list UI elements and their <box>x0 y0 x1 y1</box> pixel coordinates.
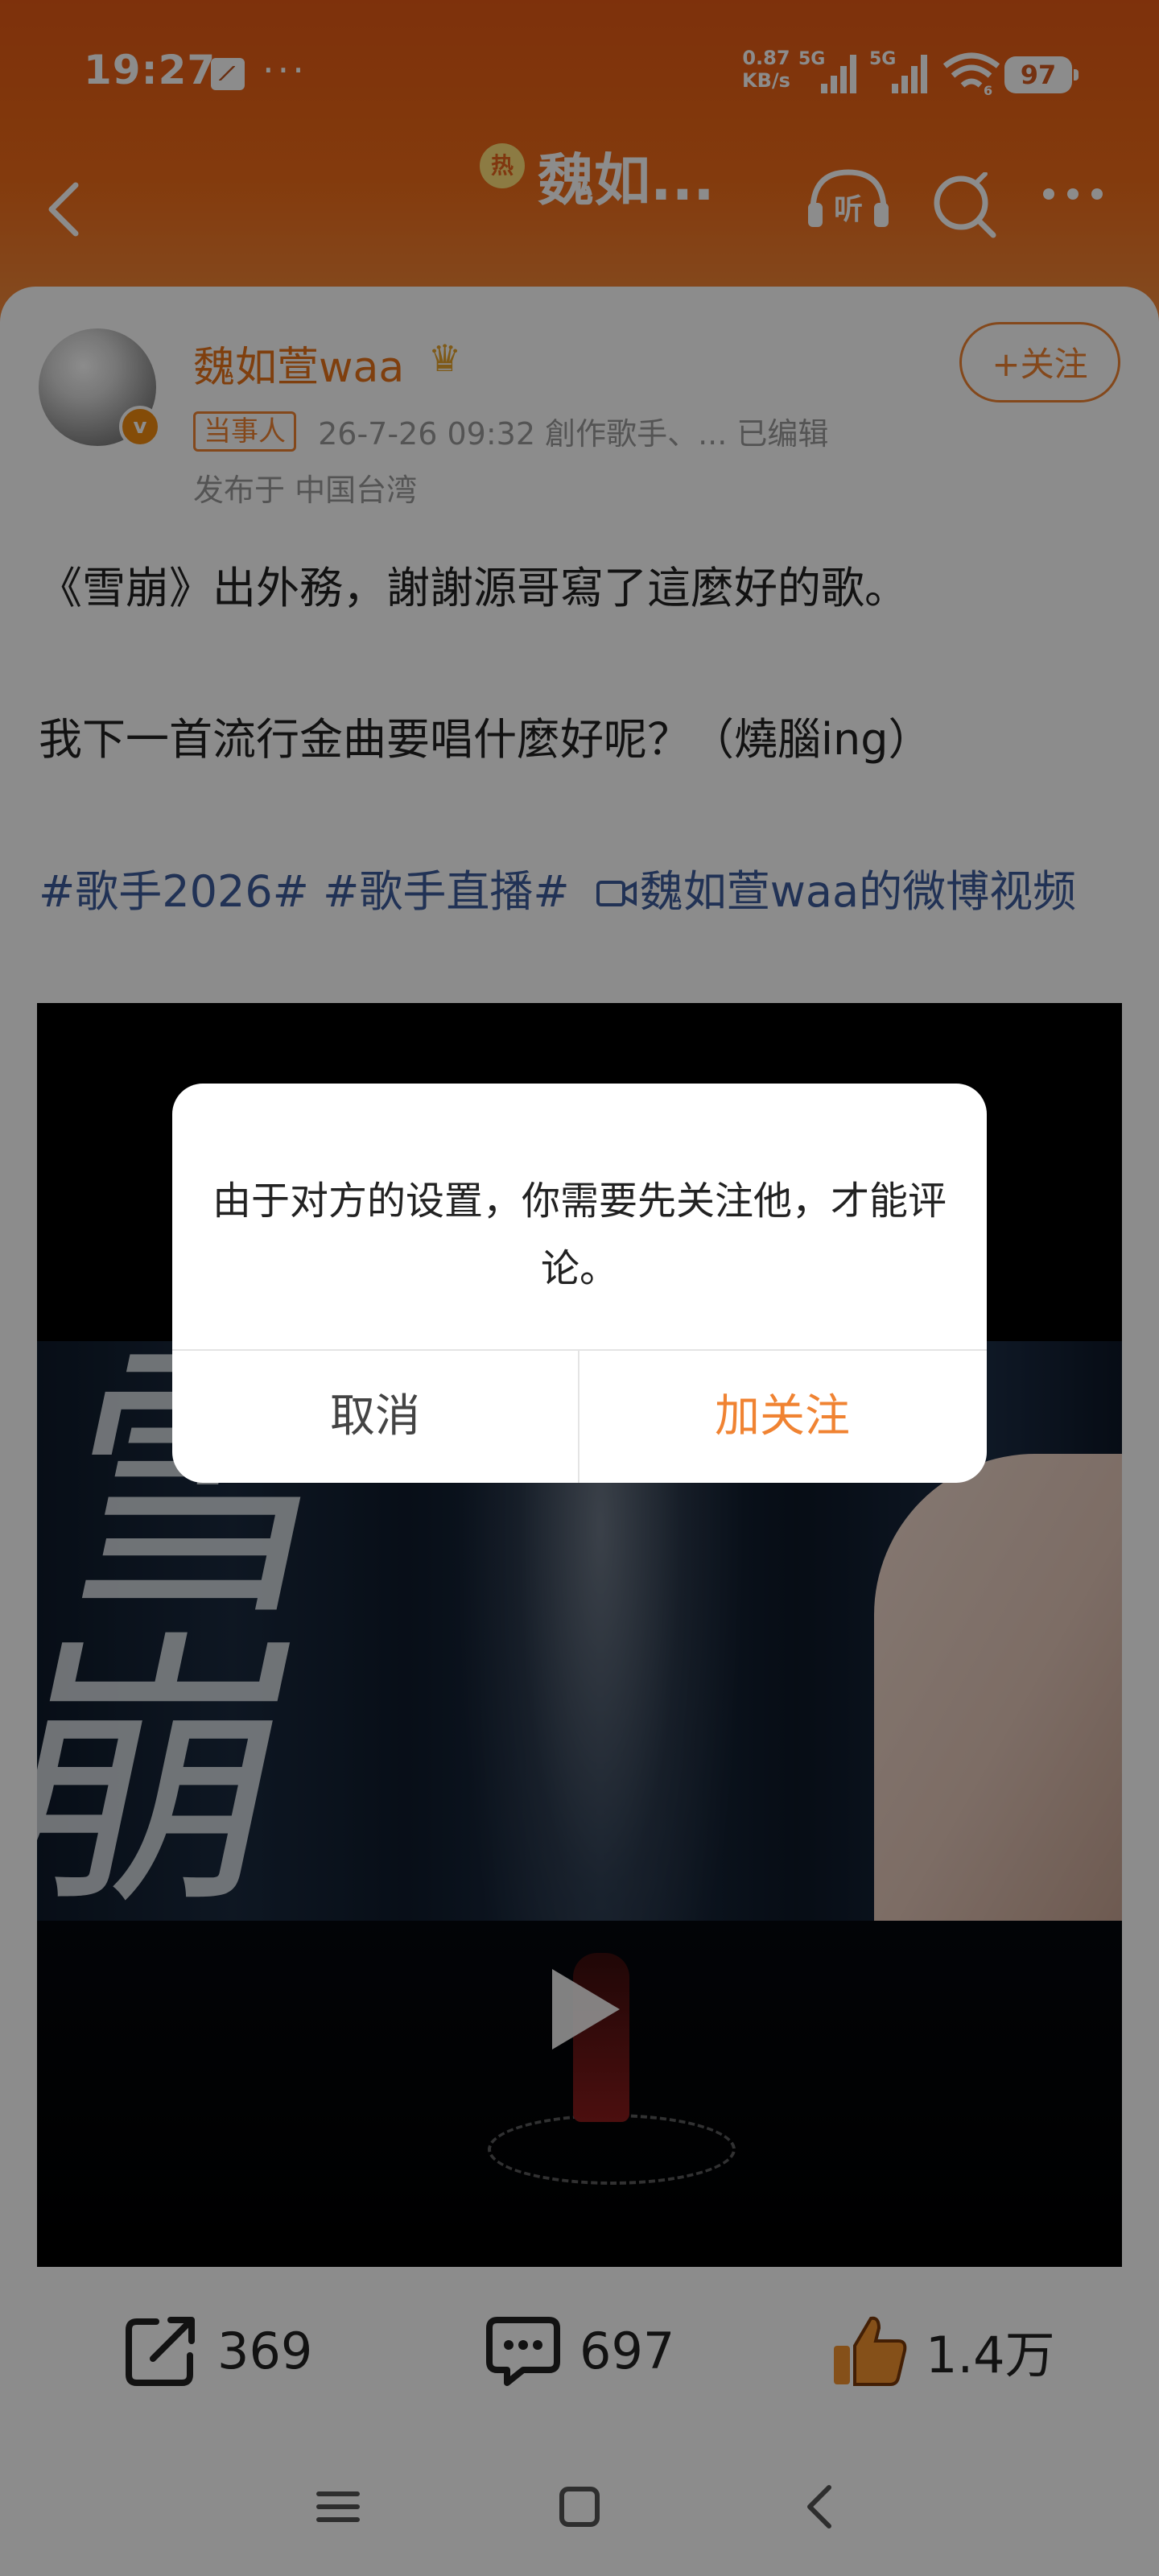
follow-required-dialog: 由于对方的设置，你需要先关注他，才能评论。 取消 加关注 <box>172 1084 987 1483</box>
weibo-post-page: 19:27 ··· 0.87 KB/s 5G 5G 6 97 热 魏如... 听… <box>0 0 1159 2576</box>
cancel-button[interactable]: 取消 <box>172 1351 578 1483</box>
dialog-message: 由于对方的设置，你需要先关注他，才能评论。 <box>212 1179 947 1291</box>
follow-confirm-button[interactable]: 加关注 <box>580 1351 985 1483</box>
